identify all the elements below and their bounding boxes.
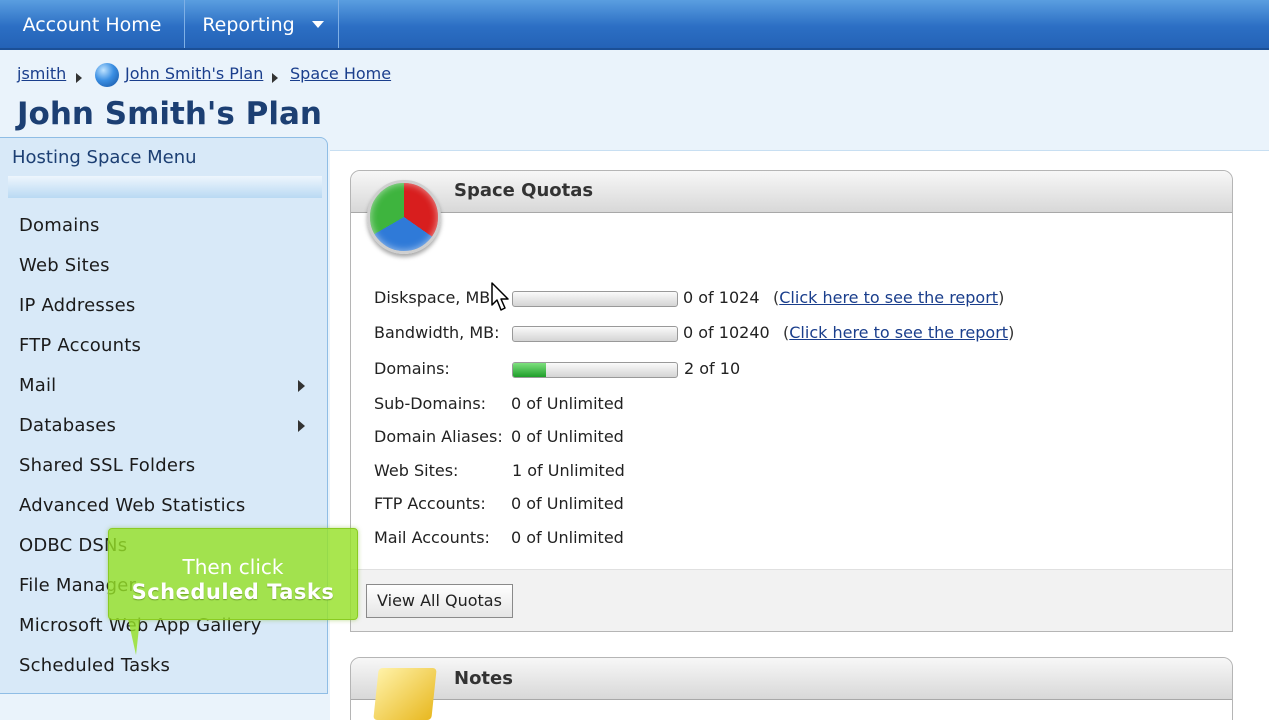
instruction-callout: Then click Scheduled Tasks — [108, 528, 358, 620]
space-quotas-header: Space Quotas — [351, 171, 1232, 213]
callout-tail — [128, 619, 140, 655]
quota-label-domains: Domains: — [374, 359, 450, 378]
quota-bar-fill — [513, 363, 546, 377]
space-quotas-title: Space Quotas — [454, 180, 594, 201]
quota-label-bandwidth: Bandwidth, MB: — [374, 323, 500, 342]
breadcrumb-plan-link[interactable]: John Smith's Plan — [125, 64, 263, 83]
menu-item-mail[interactable]: Mail — [19, 368, 319, 404]
menu-item-label: Databases — [19, 415, 117, 436]
arrow-right-icon — [298, 420, 305, 432]
menu-item-label: FTP Accounts — [19, 335, 142, 356]
chevron-down-icon — [312, 21, 324, 28]
pie-chart-icon — [367, 180, 441, 254]
menu-item-label: Shared SSL Folders — [19, 455, 196, 476]
notes-title: Notes — [454, 668, 513, 689]
view-all-quotas-button[interactable]: View All Quotas — [366, 584, 513, 618]
quota-value-mail-accounts: 0 of Unlimited — [511, 528, 624, 547]
breadcrumb-separator-icon — [272, 73, 278, 83]
arrow-right-icon — [298, 380, 305, 392]
page-title: John Smith's Plan — [17, 96, 322, 132]
cursor-icon — [491, 282, 509, 311]
quota-bar-diskspace — [512, 291, 678, 307]
menu-title: Hosting Space Menu — [12, 147, 197, 168]
quota-label-diskspace: Diskspace, MB: — [374, 288, 496, 307]
quota-bar-domains — [512, 362, 678, 378]
bandwidth-report-link[interactable]: Click here to see the report — [789, 323, 1008, 342]
callout-line-1: Then click — [182, 555, 284, 579]
top-nav-bar: Account Home Reporting — [0, 0, 1269, 50]
notes-panel: Notes — [350, 657, 1233, 720]
quota-value-diskspace: 0 of 1024 — [683, 288, 760, 307]
quota-value-web-sites: 1 of Unlimited — [512, 461, 625, 480]
breadcrumb-separator-icon — [76, 73, 82, 83]
menu-item-ip-addresses[interactable]: IP Addresses — [19, 288, 319, 324]
menu-header-band — [8, 176, 322, 198]
quota-label-mail-accounts: Mail Accounts: — [374, 528, 490, 547]
menu-item-domains[interactable]: Domains — [19, 208, 319, 244]
menu-item-label: Web Sites — [19, 255, 110, 276]
quota-value-ftp-accounts: 0 of Unlimited — [511, 494, 624, 513]
quota-label-ftp-accounts: FTP Accounts: — [374, 494, 486, 513]
link-paren-close: ) — [998, 288, 1005, 307]
quota-label-domain-aliases: Domain Aliases: — [374, 427, 503, 446]
nav-reporting[interactable]: Reporting — [185, 0, 339, 48]
menu-item-shared-ssl-folders[interactable]: Shared SSL Folders — [19, 448, 319, 484]
link-paren-close: ) — [1008, 323, 1015, 342]
menu-item-ftp-accounts[interactable]: FTP Accounts — [19, 328, 319, 364]
breadcrumb-user-link[interactable]: jsmith — [17, 64, 66, 83]
globe-icon — [95, 63, 119, 87]
quota-label-sub-domains: Sub-Domains: — [374, 394, 487, 413]
menu-item-databases[interactable]: Databases — [19, 408, 319, 444]
quota-value-domains: 2 of 10 — [684, 359, 741, 378]
quota-label-web-sites: Web Sites: — [374, 461, 459, 480]
quota-bar-bandwidth — [512, 326, 678, 342]
menu-item-label: Domains — [19, 215, 100, 236]
menu-item-scheduled-tasks[interactable]: Scheduled Tasks — [19, 648, 319, 684]
menu-item-advanced-web-statistics[interactable]: Advanced Web Statistics — [19, 488, 319, 524]
quota-report-link-wrap: (Click here to see the report) — [773, 288, 1004, 307]
quota-report-link-wrap: (Click here to see the report) — [783, 323, 1014, 342]
notes-header: Notes — [351, 658, 1232, 700]
menu-item-label: Mail — [19, 375, 57, 396]
menu-item-label: IP Addresses — [19, 295, 136, 316]
folder-icon — [373, 668, 437, 720]
quota-value-bandwidth: 0 of 10240 — [683, 323, 770, 342]
menu-item-label: Scheduled Tasks — [19, 655, 171, 676]
callout-line-2: Scheduled Tasks — [131, 580, 335, 604]
breadcrumb-space-home-link[interactable]: Space Home — [290, 64, 391, 83]
nav-reporting-label: Reporting — [202, 14, 295, 36]
nav-account-home-label: Account Home — [22, 14, 162, 36]
quota-value-domain-aliases: 0 of Unlimited — [511, 427, 624, 446]
nav-account-home[interactable]: Account Home — [0, 0, 185, 48]
diskspace-report-link[interactable]: Click here to see the report — [779, 288, 998, 307]
menu-item-web-sites[interactable]: Web Sites — [19, 248, 319, 284]
menu-item-label: Advanced Web Statistics — [19, 495, 246, 516]
quota-value-sub-domains: 0 of Unlimited — [511, 394, 624, 413]
